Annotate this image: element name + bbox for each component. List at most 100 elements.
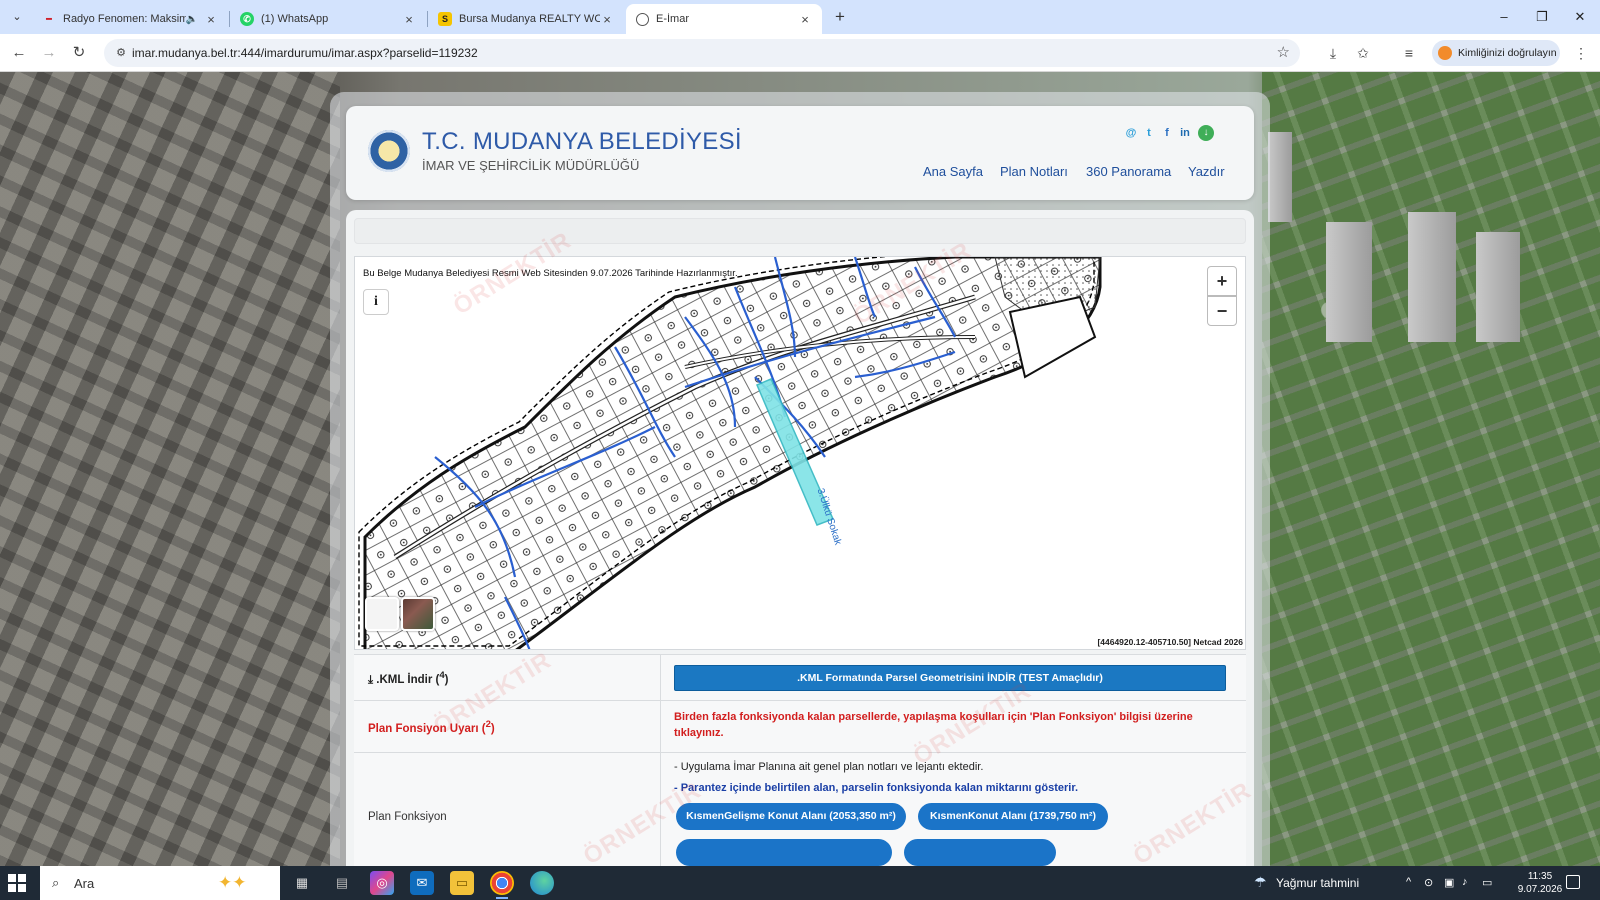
address-bar[interactable]: ⚙ imar.mudanya.bel.tr:444/imardurumu/ima… bbox=[104, 39, 1300, 67]
display-icon[interactable]: ▣ bbox=[1444, 876, 1454, 889]
parcel-map[interactable]: Bu Belge Mudanya Belediyesi Resmi Web Si… bbox=[354, 256, 1246, 650]
battery-icon[interactable]: ▭ bbox=[1482, 876, 1492, 889]
table-row-warning: Plan Fonsiyon Uyarı (2) Birden fazla fon… bbox=[354, 700, 1246, 752]
browser-menu-icon[interactable]: ⋮ bbox=[1574, 42, 1588, 64]
site-header: T.C. MUDANYA BELEDİYESİ İMAR VE ŞEHİRCİL… bbox=[346, 106, 1254, 200]
windows-start-icon[interactable] bbox=[8, 874, 26, 892]
bookmark-star-icon[interactable]: ☆ bbox=[1277, 43, 1290, 61]
nav-ana-sayfa[interactable]: Ana Sayfa bbox=[923, 164, 983, 179]
clock-time: 11:35 bbox=[1527, 871, 1553, 882]
browser-tab-bar: ⌄ ━ Radyo Fenomen: Maksimum 🔈 × ✆ (1) Wh… bbox=[0, 0, 1600, 34]
file-explorer-icon[interactable]: ▭ bbox=[450, 871, 474, 895]
tab-title: Bursa Mudanya REALTY WORLD bbox=[459, 13, 600, 25]
window-close-icon[interactable]: ✕ bbox=[1562, 6, 1598, 28]
email-icon[interactable]: @ bbox=[1124, 126, 1138, 140]
urban-plan-area bbox=[363, 257, 1102, 649]
map-layer-plan-thumbnail[interactable] bbox=[365, 597, 399, 631]
twitter-icon[interactable]: t bbox=[1142, 126, 1156, 140]
site-title: T.C. MUDANYA BELEDİYESİ bbox=[422, 128, 742, 155]
function-button-konut[interactable]: KısmenKonut Alanı (1739,750 m²) bbox=[918, 803, 1108, 830]
copilot-icon[interactable]: ◎ bbox=[370, 871, 394, 895]
tray-chevron-icon[interactable]: ^ bbox=[1406, 876, 1411, 888]
globe-icon bbox=[636, 12, 649, 26]
zoom-out-button[interactable]: − bbox=[1207, 296, 1237, 326]
close-tab-icon[interactable]: × bbox=[798, 12, 812, 27]
column-divider bbox=[660, 701, 661, 752]
minimize-icon[interactable]: – bbox=[1486, 6, 1522, 28]
warning-label-text: Plan Fonsiyon Uyarı ( bbox=[368, 722, 486, 735]
top-strip bbox=[354, 218, 1246, 244]
close-tab-icon[interactable]: × bbox=[402, 12, 416, 27]
task-view-icon[interactable]: ▦ bbox=[290, 871, 314, 895]
s-icon: S bbox=[438, 12, 452, 26]
kml-label-end: ) bbox=[444, 673, 449, 686]
windows-taskbar: ⌕ Ara ✦✦ ▦ ▤ ◎ ✉ ▭ ☂ Yağmur tahmini ^ ⊙ … bbox=[0, 866, 1600, 900]
warning-text: Birden fazla fonksiyonda kalan parseller… bbox=[674, 711, 1193, 739]
edge-icon[interactable] bbox=[530, 871, 554, 895]
area-explanation-text: - Parantez içinde belirtilen alan, parse… bbox=[674, 782, 1079, 794]
map-info-icon[interactable]: i bbox=[363, 289, 389, 315]
tab-e-imar[interactable]: E-İmar × bbox=[626, 4, 822, 34]
download-app-icon[interactable]: ↓ bbox=[1198, 125, 1214, 141]
network-icon[interactable]: ⊙ bbox=[1424, 876, 1433, 889]
nav-plan-notlari[interactable]: Plan Notları bbox=[1000, 164, 1068, 179]
search-placeholder: Ara bbox=[74, 876, 95, 891]
function-button-partial[interactable] bbox=[676, 839, 892, 866]
volume-icon[interactable]: ♪ bbox=[1462, 876, 1468, 888]
function-button-gelisme-konut[interactable]: KısmenGelişme Konut Alanı (2053,350 m²) bbox=[676, 803, 906, 830]
tab-search-chevron-icon[interactable]: ⌄ bbox=[6, 7, 28, 27]
new-tab-plus-icon[interactable]: + bbox=[830, 7, 850, 27]
nav-360-panorama[interactable]: 360 Panorama bbox=[1086, 164, 1171, 179]
map-disclaimer: Bu Belge Mudanya Belediyesi Resmi Web Si… bbox=[363, 268, 738, 279]
site-info-icon[interactable]: ⚙ bbox=[112, 44, 130, 62]
tab-whatsapp[interactable]: ✆ (1) WhatsApp × bbox=[230, 4, 426, 34]
site-subtitle: İMAR VE ŞEHİRCİLİK MÜDÜRLÜĞÜ bbox=[422, 158, 640, 173]
function-button-partial[interactable] bbox=[904, 839, 1056, 866]
speaker-icon[interactable]: 🔈 bbox=[186, 14, 198, 25]
tab-title: E-İmar bbox=[656, 13, 689, 25]
tab-title: Radyo Fenomen: Maksimum bbox=[63, 13, 186, 25]
background-city-image bbox=[0, 72, 340, 866]
download-small-icon: ⤓ bbox=[368, 673, 374, 686]
outlook-icon[interactable]: ✉ bbox=[410, 871, 434, 895]
kml-label-text: .KML İndir ( bbox=[376, 673, 440, 686]
tab-realty-world[interactable]: S Bursa Mudanya REALTY WORLD × bbox=[428, 4, 624, 34]
chrome-icon[interactable] bbox=[490, 871, 514, 899]
search-highlight-icon: ✦✦ bbox=[218, 873, 247, 892]
browser-toolbar: ← → ↻ ⚙ imar.mudanya.bel.tr:444/imarduru… bbox=[0, 34, 1600, 72]
map-layer-satellite-thumbnail[interactable] bbox=[401, 597, 435, 631]
reload-icon[interactable]: ↻ bbox=[68, 42, 90, 64]
parcel-info-table: ⤓ .KML İndir (4) .KML Formatında Parsel … bbox=[354, 654, 1246, 866]
weather-text[interactable]: Yağmur tahmini bbox=[1276, 876, 1359, 890]
system-clock[interactable]: 11:35 9.07.2026 bbox=[1510, 870, 1570, 896]
whatsapp-icon: ✆ bbox=[240, 12, 254, 26]
municipality-logo[interactable] bbox=[368, 130, 410, 172]
restore-icon[interactable]: ❐ bbox=[1524, 6, 1560, 28]
zoom-in-button[interactable]: + bbox=[1207, 266, 1237, 296]
url-text[interactable]: imar.mudanya.bel.tr:444/imardurumu/imar.… bbox=[132, 46, 478, 60]
favorites-icon[interactable]: ✩ bbox=[1352, 42, 1374, 64]
zoning-map-drawing bbox=[358, 257, 1102, 649]
taskbar-search-box[interactable]: ⌕ Ara ✦✦ bbox=[40, 866, 280, 900]
nav-yazdir[interactable]: Yazdır bbox=[1188, 164, 1225, 179]
download-icon[interactable]: ⤓ bbox=[1322, 42, 1344, 64]
media-control-icon[interactable]: ≡ bbox=[1398, 42, 1420, 64]
table-row-plan-function: Plan Fonksiyon - Uygulama İmar Planına a… bbox=[354, 752, 1246, 866]
column-divider bbox=[660, 655, 661, 700]
back-arrow-icon[interactable]: ← bbox=[8, 42, 30, 64]
page-viewport: T.C. MUDANYA BELEDİYESİ İMAR VE ŞEHİRCİL… bbox=[0, 72, 1600, 866]
profile-button[interactable]: Kimliğinizi doğrulayın bbox=[1432, 40, 1560, 66]
close-tab-icon[interactable]: × bbox=[600, 12, 614, 27]
tab-radyo-fenomen[interactable]: ━ Radyo Fenomen: Maksimum 🔈 × bbox=[32, 4, 228, 34]
notification-icon[interactable] bbox=[1566, 875, 1580, 889]
forward-arrow-icon[interactable]: → bbox=[38, 42, 60, 64]
store-icon[interactable]: ▤ bbox=[330, 871, 354, 895]
table-row-kml: ⤓ .KML İndir (4) .KML Formatında Parsel … bbox=[354, 654, 1246, 700]
kml-download-button[interactable]: .KML Formatında Parsel Geometrisini İNDİ… bbox=[674, 665, 1226, 691]
warning-label-end: ) bbox=[490, 722, 495, 735]
kml-label: ⤓ .KML İndir (4) bbox=[368, 670, 449, 687]
facebook-icon[interactable]: f bbox=[1160, 126, 1174, 140]
column-divider bbox=[660, 753, 661, 866]
close-tab-icon[interactable]: × bbox=[204, 12, 218, 27]
linkedin-icon[interactable]: in bbox=[1178, 126, 1192, 140]
